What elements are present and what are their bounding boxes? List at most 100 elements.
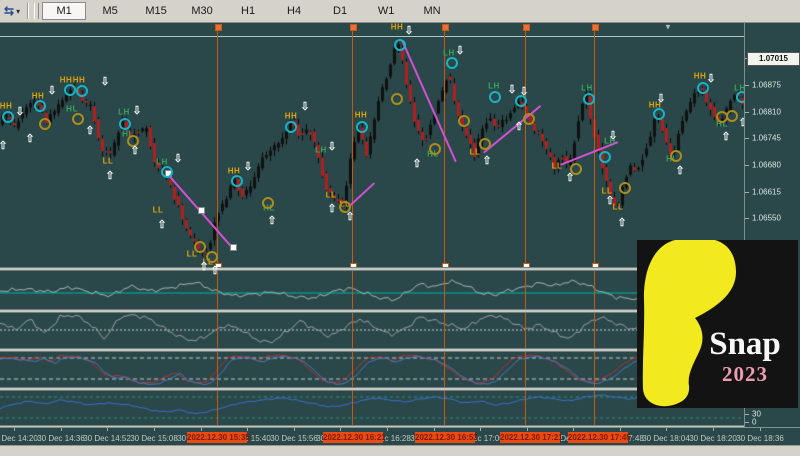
arrow-down-icon: ⇩ <box>519 86 529 98</box>
arrow-up-icon: ⇧ <box>617 217 627 229</box>
cyan-ring-icon <box>76 85 88 97</box>
arrow-up-icon: ⇧ <box>605 195 615 207</box>
status-strip <box>0 445 800 456</box>
vline-handle[interactable] <box>523 24 530 31</box>
arrow-down-icon: ⇩ <box>173 153 183 165</box>
time-axis[interactable]: 30 Dec 14:2030 Dec 14:3630 Dec 14:5230 D… <box>0 427 800 446</box>
vline-handle[interactable] <box>442 24 449 31</box>
timeframe-switcher-icon[interactable]: ⇆ <box>4 4 14 18</box>
snap-logo-title: Snap <box>709 326 781 362</box>
price-label: 1.06615 <box>752 187 781 197</box>
arrow-up-icon: ⇧ <box>327 203 337 215</box>
timeframe-button-h1[interactable]: H1 <box>226 2 270 20</box>
highlighted-timestamp: 2022.12.30 16:21 <box>323 432 386 443</box>
yellow-ring-icon <box>194 241 206 253</box>
time-tick <box>387 428 388 431</box>
cyan-ring-icon <box>489 91 501 103</box>
cyan-ring-icon <box>231 175 243 187</box>
yellow-ring-icon <box>262 197 274 209</box>
cyan-ring-icon <box>119 118 131 130</box>
trendline-handle[interactable] <box>230 244 237 251</box>
triangle-marker[interactable]: ▼ <box>664 23 672 32</box>
arrow-up-icon: ⇧ <box>25 133 35 145</box>
time-tick <box>61 428 62 431</box>
time-tick <box>434 428 435 431</box>
timeframe-button-m5[interactable]: M5 <box>88 2 132 20</box>
time-tick <box>480 428 481 431</box>
time-label: 30 Dec 14:36 <box>37 434 85 443</box>
yellow-ring-icon <box>670 150 682 162</box>
arrow-up-icon: ⇧ <box>0 140 8 152</box>
vertical-line[interactable] <box>217 24 218 427</box>
arrow-down-icon: ⇩ <box>132 105 142 117</box>
swing-label-ll: LL <box>102 156 114 166</box>
arrow-up-icon: ⇧ <box>85 125 95 137</box>
arrow-up-icon: ⇧ <box>130 145 140 157</box>
highlighted-timestamp: 2022.12.30 17:45 <box>568 432 631 443</box>
timeframe-button-m1[interactable]: M1 <box>42 2 87 20</box>
arrow-down-icon: ⇩ <box>608 130 618 142</box>
yellow-ring-icon <box>391 93 403 105</box>
price-tick <box>745 85 749 86</box>
price-tick <box>745 192 749 193</box>
trendline-handle[interactable] <box>197 207 205 214</box>
swing-label-hh: HH <box>72 75 86 85</box>
toolbar-grip <box>34 3 40 19</box>
vline-handle[interactable] <box>592 24 599 31</box>
arrow-down-icon: ⇩ <box>100 76 110 88</box>
time-tick <box>107 428 108 431</box>
arrow-down-icon: ⇩ <box>404 25 414 37</box>
price-tick <box>745 218 749 219</box>
time-tick <box>154 428 155 431</box>
vline-handle[interactable] <box>215 24 222 31</box>
vertical-line[interactable] <box>352 24 353 427</box>
price-label: 1.06875 <box>752 80 781 90</box>
timeframe-button-w1[interactable]: W1 <box>364 2 408 20</box>
toolbar: ⇆ ▾ M1 M5 M15 M30 H1 H4 D1 W1 MN <box>0 0 800 23</box>
price-tick <box>745 112 749 113</box>
price-label: 1.06550 <box>752 213 781 223</box>
chevron-down-icon[interactable]: ▾ <box>16 7 20 16</box>
price-label: 0 <box>752 417 757 427</box>
highlighted-timestamp: 2022.12.30 16:53 <box>415 432 478 443</box>
cyan-ring-icon <box>64 84 76 96</box>
swing-label-lh: LH <box>118 107 130 117</box>
arrow-down-icon: ⇩ <box>706 73 716 85</box>
price-tick <box>745 138 749 139</box>
time-tick <box>527 428 528 431</box>
price-tick <box>745 165 749 166</box>
time-tick <box>620 428 621 431</box>
arrow-up-icon: ⇧ <box>345 211 355 223</box>
highlighted-timestamp: 2022.12.30 15:35 <box>187 432 250 443</box>
cyan-ring-icon <box>161 166 173 178</box>
current-price-line <box>0 36 744 37</box>
arrow-down-icon: ⇩ <box>15 106 25 118</box>
time-tick <box>294 428 295 431</box>
arrow-up-icon: ⇧ <box>412 158 422 170</box>
toolbar-left-group: ⇆ ▾ <box>0 0 24 22</box>
swing-label-ll: LL <box>469 147 481 157</box>
timeframe-button-d1[interactable]: D1 <box>318 2 362 20</box>
yellow-ring-icon <box>479 138 491 150</box>
time-label: 30 Dec 15:56 <box>270 434 318 443</box>
vertical-line[interactable] <box>444 24 445 427</box>
swing-label-hh: HH <box>227 166 241 176</box>
arrow-down-icon: ⇩ <box>507 84 517 96</box>
arrow-up-icon: ⇧ <box>105 170 115 182</box>
vertical-line[interactable] <box>594 24 595 427</box>
time-label: 30 Dec 18:20 <box>689 434 737 443</box>
price-label: 1.06810 <box>752 107 781 117</box>
arrow-down-icon: ⇩ <box>243 161 253 173</box>
vertical-line[interactable] <box>525 24 526 427</box>
arrow-up-icon: ⇧ <box>267 215 277 227</box>
swing-label-hh: HH <box>284 111 298 121</box>
vline-handle[interactable] <box>350 24 357 31</box>
swing-label-lh: LH <box>315 145 327 155</box>
timeframe-button-m15[interactable]: M15 <box>134 2 178 20</box>
cyan-ring-icon <box>394 39 406 51</box>
time-tick <box>713 428 714 431</box>
timeframe-button-mn[interactable]: MN <box>410 2 454 20</box>
price-tick <box>745 422 749 423</box>
timeframe-button-h4[interactable]: H4 <box>272 2 316 20</box>
timeframe-button-m30[interactable]: M30 <box>180 2 224 20</box>
